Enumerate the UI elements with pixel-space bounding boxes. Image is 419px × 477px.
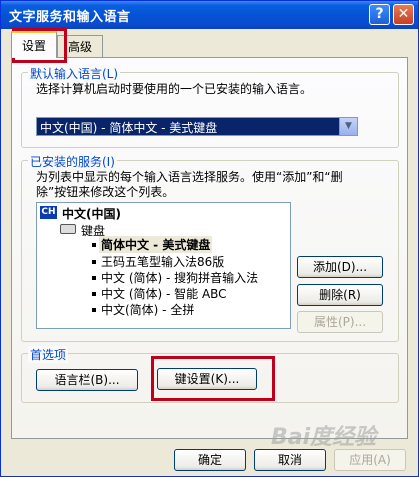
- cancel-button[interactable]: 取消: [254, 449, 326, 471]
- language-bar-button[interactable]: 语言栏(B)...: [36, 369, 138, 391]
- tab-settings-label: 设置: [21, 39, 46, 53]
- default-language-description: 选择计算机启动时要使用的一个已安装的输入语言。: [36, 82, 313, 96]
- installed-services-description-2: 除”按钮来修改这个列表。: [36, 185, 175, 199]
- bullet-icon: [92, 260, 96, 264]
- tree-service-item[interactable]: 中文 (简体) - 搜狗拼音输入法: [101, 269, 258, 286]
- default-language-value: 中文(中国) - 简体中文 - 美式键盘: [40, 121, 218, 135]
- title-bar[interactable]: 文字服务和输入语言 ? ✕: [1, 1, 418, 29]
- bullet-icon: [92, 276, 96, 280]
- bullet-icon: [92, 308, 96, 312]
- remove-service-button[interactable]: 删除(R): [297, 284, 383, 306]
- default-language-select[interactable]: 中文(中国) - 简体中文 - 美式键盘 ▼: [36, 117, 358, 136]
- bullet-icon: [92, 292, 96, 296]
- tab-advanced[interactable]: 高级: [57, 35, 103, 57]
- help-button[interactable]: ?: [369, 4, 390, 25]
- help-icon: ?: [375, 6, 384, 22]
- bullet-icon: [92, 243, 96, 247]
- tree-service-item[interactable]: 中文(简体) - 全拼: [101, 301, 194, 318]
- default-language-legend: 默认输入语言(L): [28, 65, 121, 82]
- tree-service-item[interactable]: 简体中文 - 美式键盘: [99, 236, 213, 253]
- tree-service-item[interactable]: 中文 (简体) - 智能 ABC: [101, 285, 227, 302]
- chevron-down-icon[interactable]: ▼: [339, 118, 357, 135]
- installed-services-description-1: 为列表中显示的每个输入语言选择服务。使用“添加”和“删: [36, 170, 343, 184]
- properties-button[interactable]: 属性(P)...: [297, 311, 383, 333]
- tree-service-item[interactable]: 王码五笔型输入法86版: [101, 253, 224, 270]
- window-title: 文字服务和输入语言: [9, 10, 131, 25]
- preferences-legend: 首选项: [28, 346, 69, 363]
- services-tree[interactable]: CH 中文(中国) 键盘 简体中文 - 美式键盘 王码五笔型输入法86版 中文 …: [36, 202, 291, 329]
- close-icon: ✕: [397, 6, 410, 22]
- ok-button[interactable]: 确定: [174, 449, 246, 471]
- apply-button[interactable]: 应用(A): [334, 449, 406, 471]
- tab-advanced-label: 高级: [67, 40, 92, 54]
- key-settings-button[interactable]: 键设置(K)...: [157, 368, 257, 390]
- watermark-logo: Bai度经验: [271, 425, 377, 450]
- language-badge-icon: CH: [40, 206, 57, 219]
- installed-services-legend: 已安装的服务(I): [28, 153, 117, 170]
- add-service-button[interactable]: 添加(D)...: [297, 256, 383, 278]
- dialog-window: 文字服务和输入语言 ? ✕ 设置 高级 默认输入语言(L) 选择计算机启动时要使…: [0, 0, 419, 477]
- close-button[interactable]: ✕: [393, 4, 414, 25]
- tab-settings[interactable]: 设置: [11, 31, 57, 58]
- keyboard-icon: [60, 224, 76, 234]
- tree-language-node[interactable]: 中文(中国): [62, 205, 121, 222]
